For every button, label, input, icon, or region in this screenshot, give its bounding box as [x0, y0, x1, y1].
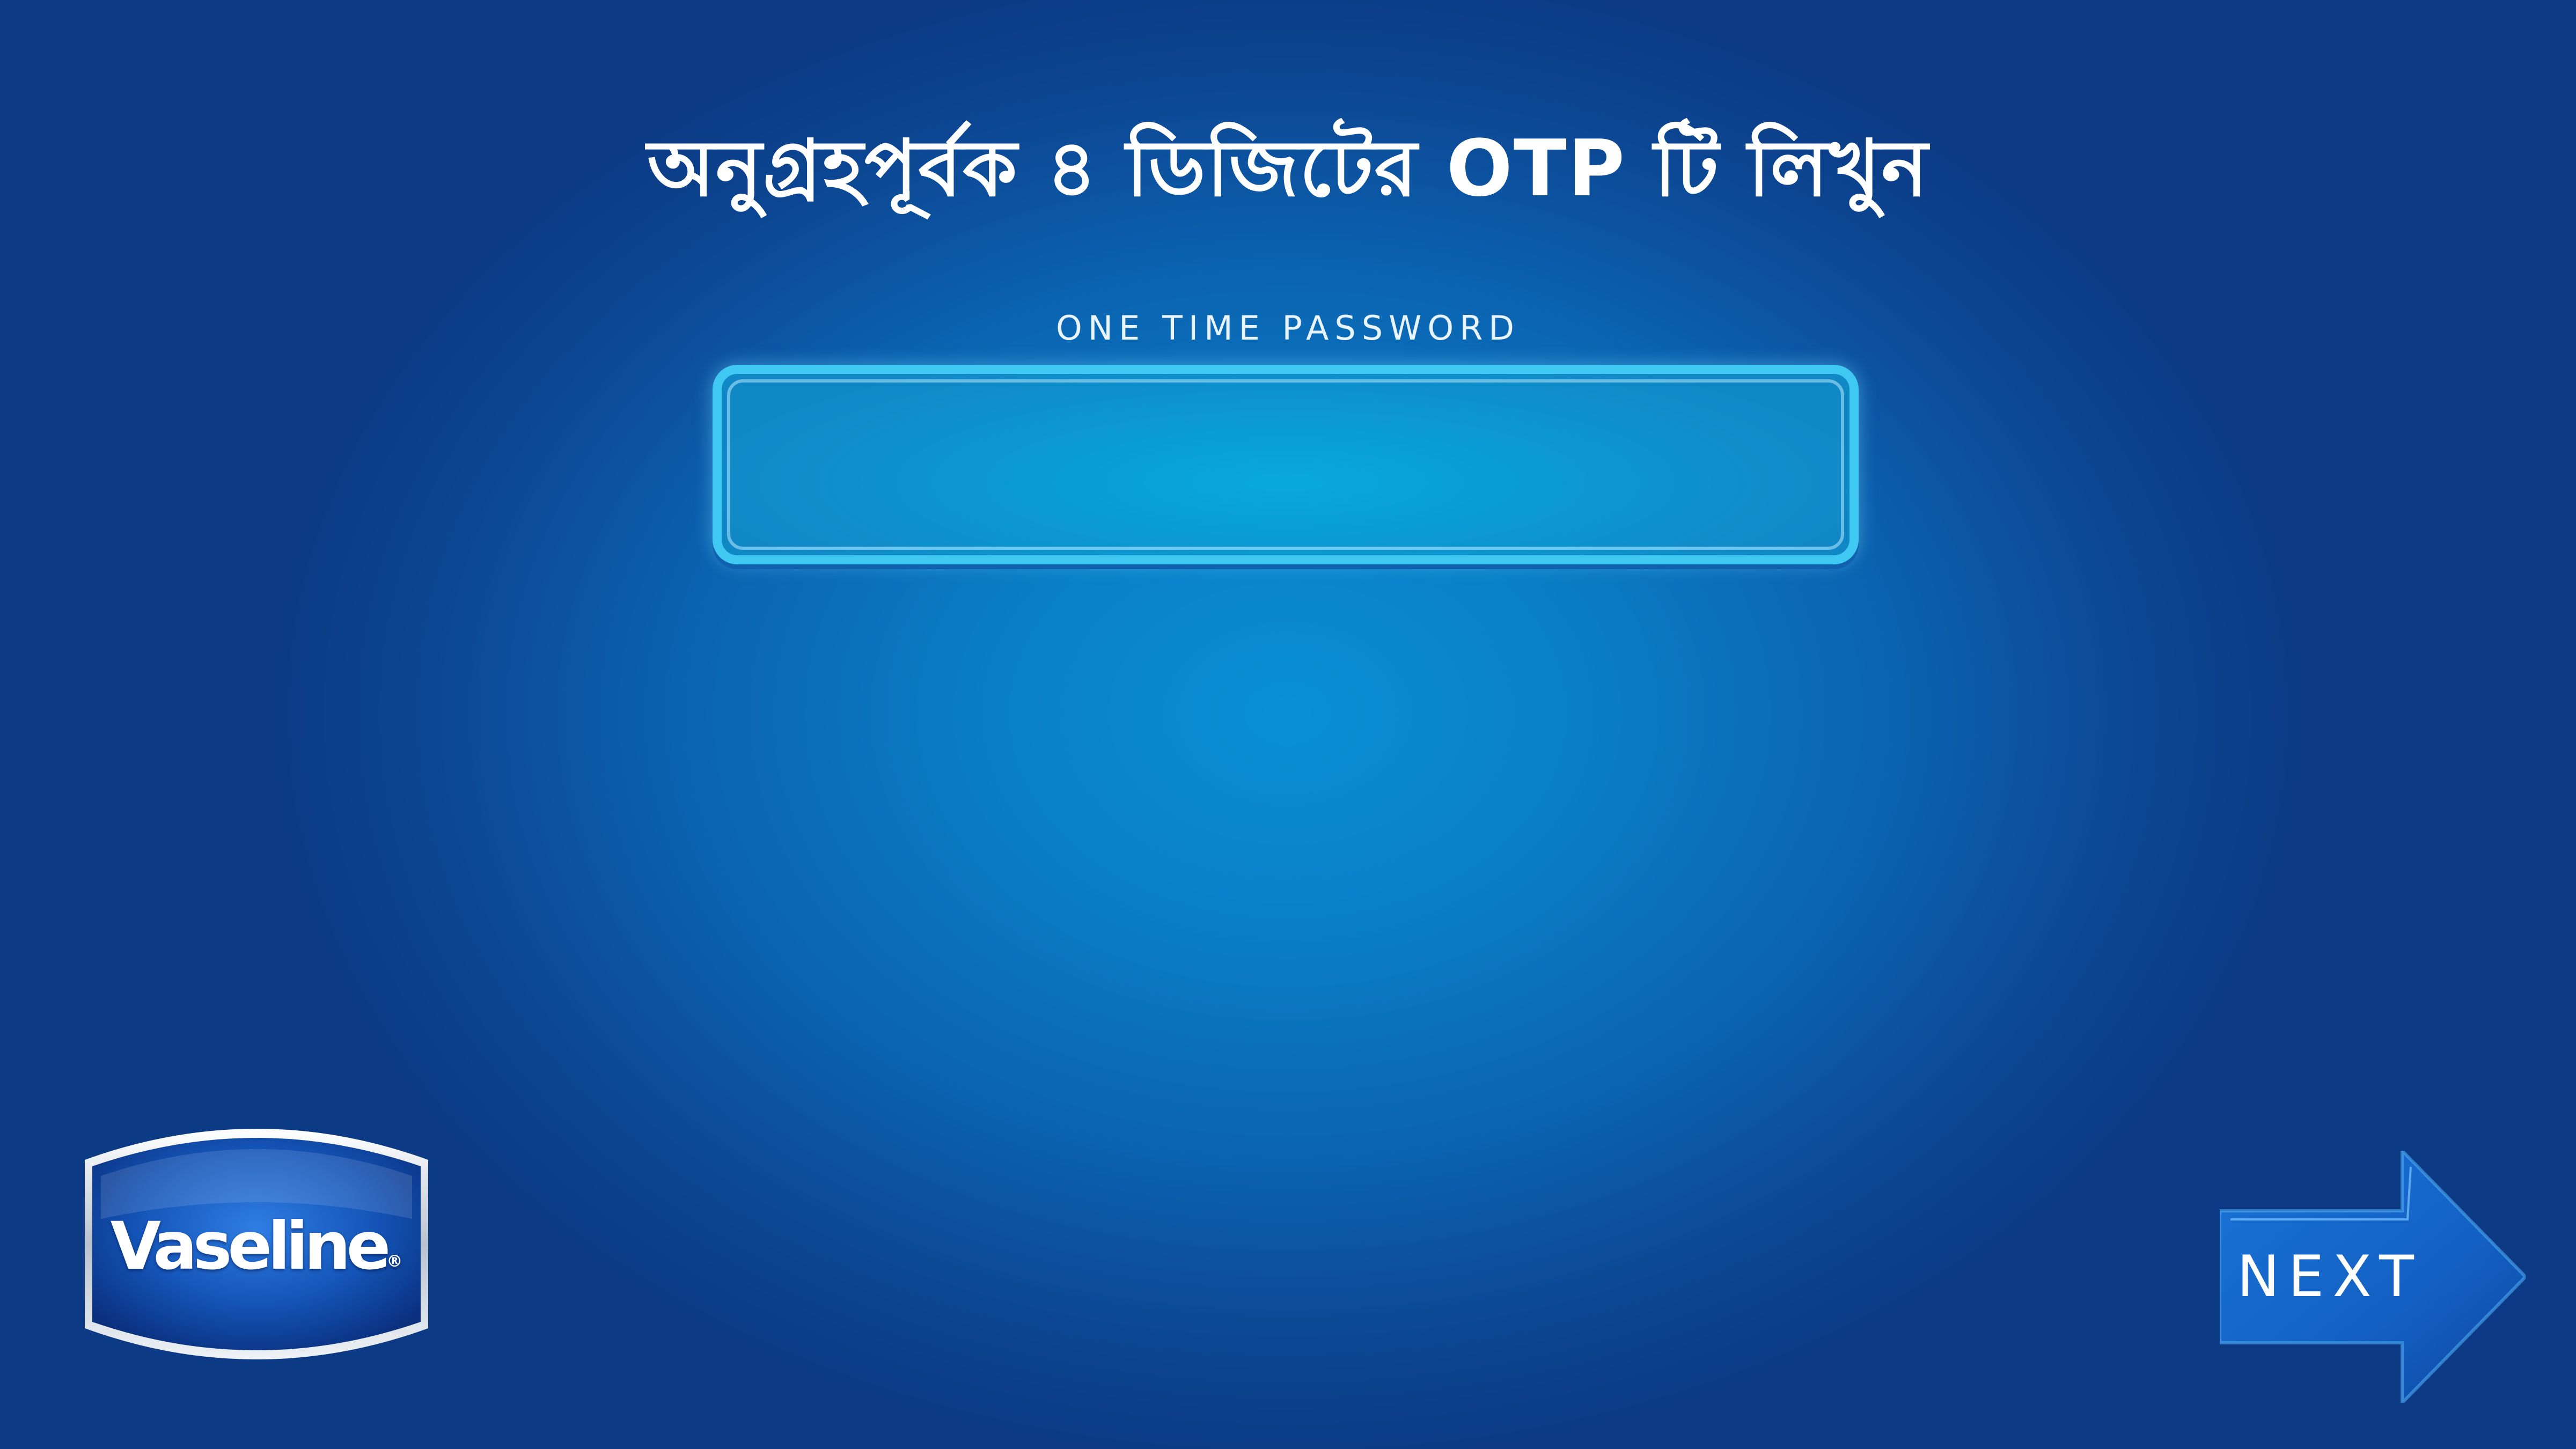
otp-field[interactable]: [713, 365, 1859, 564]
next-button-label: NEXT: [2237, 1244, 2423, 1310]
vaseline-logo-text: Vaseline: [110, 1208, 391, 1284]
page-title: অনুগ্রহপূর্বক ৪ ডিজিটের OTP টি লিখুন: [647, 123, 1929, 214]
otp-field-label: ONE TIME PASSWORD: [1055, 308, 1521, 348]
registered-mark: ®: [386, 1252, 403, 1271]
next-button[interactable]: NEXT: [2220, 1151, 2526, 1403]
vaseline-logo: Vaseline®: [85, 1126, 428, 1363]
otp-input[interactable]: [732, 385, 1839, 545]
